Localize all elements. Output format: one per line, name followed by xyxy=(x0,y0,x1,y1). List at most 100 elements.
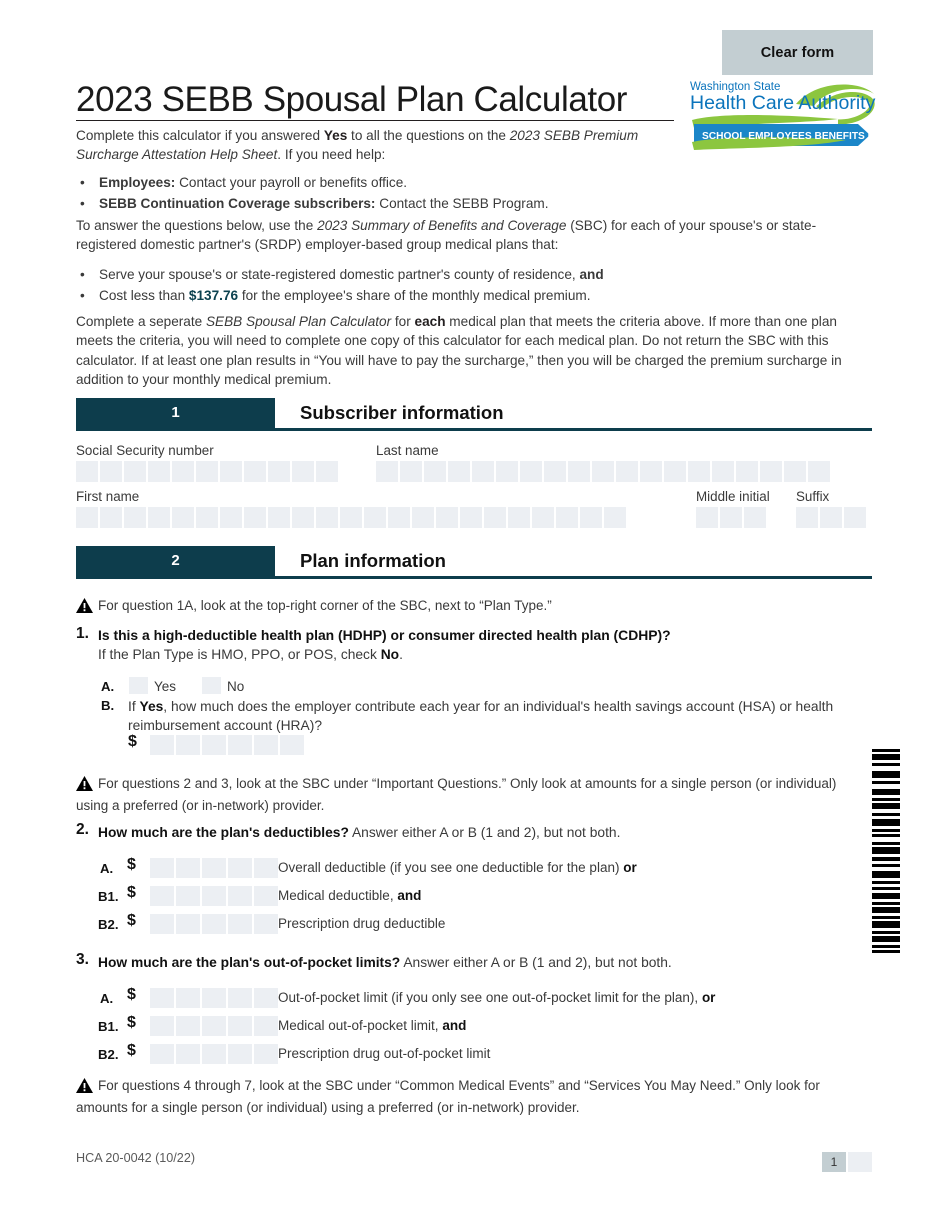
comb-cell[interactable] xyxy=(176,735,200,755)
comb-cell[interactable] xyxy=(124,461,146,482)
question-1b-amount-input[interactable] xyxy=(150,735,304,755)
first-name-input[interactable] xyxy=(76,507,626,528)
comb-cell[interactable] xyxy=(202,735,226,755)
comb-cell[interactable] xyxy=(820,507,842,528)
comb-cell[interactable] xyxy=(228,886,252,906)
comb-cell[interactable] xyxy=(100,507,122,528)
suffix-input[interactable] xyxy=(796,507,866,528)
comb-cell[interactable] xyxy=(148,507,170,528)
question-2b2-amount-input[interactable] xyxy=(150,914,278,934)
comb-cell[interactable] xyxy=(254,858,278,878)
comb-cell[interactable] xyxy=(100,461,122,482)
comb-cell[interactable] xyxy=(176,914,200,934)
comb-cell[interactable] xyxy=(254,1016,278,1036)
comb-cell[interactable] xyxy=(176,1016,200,1036)
comb-cell[interactable] xyxy=(844,507,866,528)
comb-cell[interactable] xyxy=(520,461,542,482)
last-name-input[interactable] xyxy=(376,461,830,482)
comb-cell[interactable] xyxy=(196,461,218,482)
question-2a-amount-input[interactable] xyxy=(150,858,278,878)
comb-cell[interactable] xyxy=(202,858,226,878)
comb-cell[interactable] xyxy=(254,988,278,1008)
question-3b1-amount-input[interactable] xyxy=(150,1016,278,1036)
comb-cell[interactable] xyxy=(736,461,758,482)
comb-cell[interactable] xyxy=(124,507,146,528)
comb-cell[interactable] xyxy=(150,988,174,1008)
comb-cell[interactable] xyxy=(176,858,200,878)
comb-cell[interactable] xyxy=(202,914,226,934)
comb-cell[interactable] xyxy=(640,461,662,482)
comb-cell[interactable] xyxy=(150,1016,174,1036)
comb-cell[interactable] xyxy=(176,886,200,906)
comb-cell[interactable] xyxy=(150,735,174,755)
question-3a-amount-input[interactable] xyxy=(150,988,278,1008)
comb-cell[interactable] xyxy=(76,461,98,482)
comb-cell[interactable] xyxy=(76,507,98,528)
comb-cell[interactable] xyxy=(254,914,278,934)
comb-cell[interactable] xyxy=(472,461,494,482)
comb-cell[interactable] xyxy=(268,507,290,528)
comb-cell[interactable] xyxy=(760,461,782,482)
comb-cell[interactable] xyxy=(244,507,266,528)
comb-cell[interactable] xyxy=(228,914,252,934)
comb-cell[interactable] xyxy=(400,461,422,482)
comb-cell[interactable] xyxy=(556,507,578,528)
comb-cell[interactable] xyxy=(544,461,566,482)
comb-cell[interactable] xyxy=(150,858,174,878)
question-2b1-amount-input[interactable] xyxy=(150,886,278,906)
comb-cell[interactable] xyxy=(228,988,252,1008)
comb-cell[interactable] xyxy=(484,507,506,528)
comb-cell[interactable] xyxy=(568,461,590,482)
comb-cell[interactable] xyxy=(784,461,806,482)
comb-cell[interactable] xyxy=(592,461,614,482)
comb-cell[interactable] xyxy=(150,914,174,934)
comb-cell[interactable] xyxy=(280,735,304,755)
comb-cell[interactable] xyxy=(172,507,194,528)
comb-cell[interactable] xyxy=(340,507,362,528)
comb-cell[interactable] xyxy=(508,507,530,528)
comb-cell[interactable] xyxy=(244,461,266,482)
comb-cell[interactable] xyxy=(292,461,314,482)
comb-cell[interactable] xyxy=(202,988,226,1008)
page-number-total-box[interactable] xyxy=(848,1152,872,1172)
comb-cell[interactable] xyxy=(254,1044,278,1064)
comb-cell[interactable] xyxy=(376,461,398,482)
comb-cell[interactable] xyxy=(616,461,638,482)
comb-cell[interactable] xyxy=(664,461,686,482)
comb-cell[interactable] xyxy=(388,507,410,528)
comb-cell[interactable] xyxy=(796,507,818,528)
comb-cell[interactable] xyxy=(220,461,242,482)
comb-cell[interactable] xyxy=(150,886,174,906)
comb-cell[interactable] xyxy=(364,507,386,528)
comb-cell[interactable] xyxy=(202,1044,226,1064)
comb-cell[interactable] xyxy=(196,507,218,528)
ssn-input[interactable] xyxy=(76,461,338,482)
comb-cell[interactable] xyxy=(712,461,734,482)
comb-cell[interactable] xyxy=(228,1044,252,1064)
comb-cell[interactable] xyxy=(202,1016,226,1036)
comb-cell[interactable] xyxy=(228,1016,252,1036)
comb-cell[interactable] xyxy=(292,507,314,528)
middle-initial-input[interactable] xyxy=(696,507,766,528)
comb-cell[interactable] xyxy=(176,1044,200,1064)
question-1a-yes-checkbox[interactable] xyxy=(129,677,148,694)
comb-cell[interactable] xyxy=(696,507,718,528)
comb-cell[interactable] xyxy=(228,735,252,755)
comb-cell[interactable] xyxy=(688,461,710,482)
comb-cell[interactable] xyxy=(316,461,338,482)
question-1a-no-checkbox[interactable] xyxy=(202,677,221,694)
comb-cell[interactable] xyxy=(202,886,226,906)
comb-cell[interactable] xyxy=(720,507,742,528)
comb-cell[interactable] xyxy=(228,858,252,878)
comb-cell[interactable] xyxy=(604,507,626,528)
comb-cell[interactable] xyxy=(808,461,830,482)
comb-cell[interactable] xyxy=(448,461,470,482)
comb-cell[interactable] xyxy=(460,507,482,528)
comb-cell[interactable] xyxy=(580,507,602,528)
comb-cell[interactable] xyxy=(254,886,278,906)
comb-cell[interactable] xyxy=(744,507,766,528)
comb-cell[interactable] xyxy=(220,507,242,528)
comb-cell[interactable] xyxy=(268,461,290,482)
comb-cell[interactable] xyxy=(176,988,200,1008)
comb-cell[interactable] xyxy=(424,461,446,482)
